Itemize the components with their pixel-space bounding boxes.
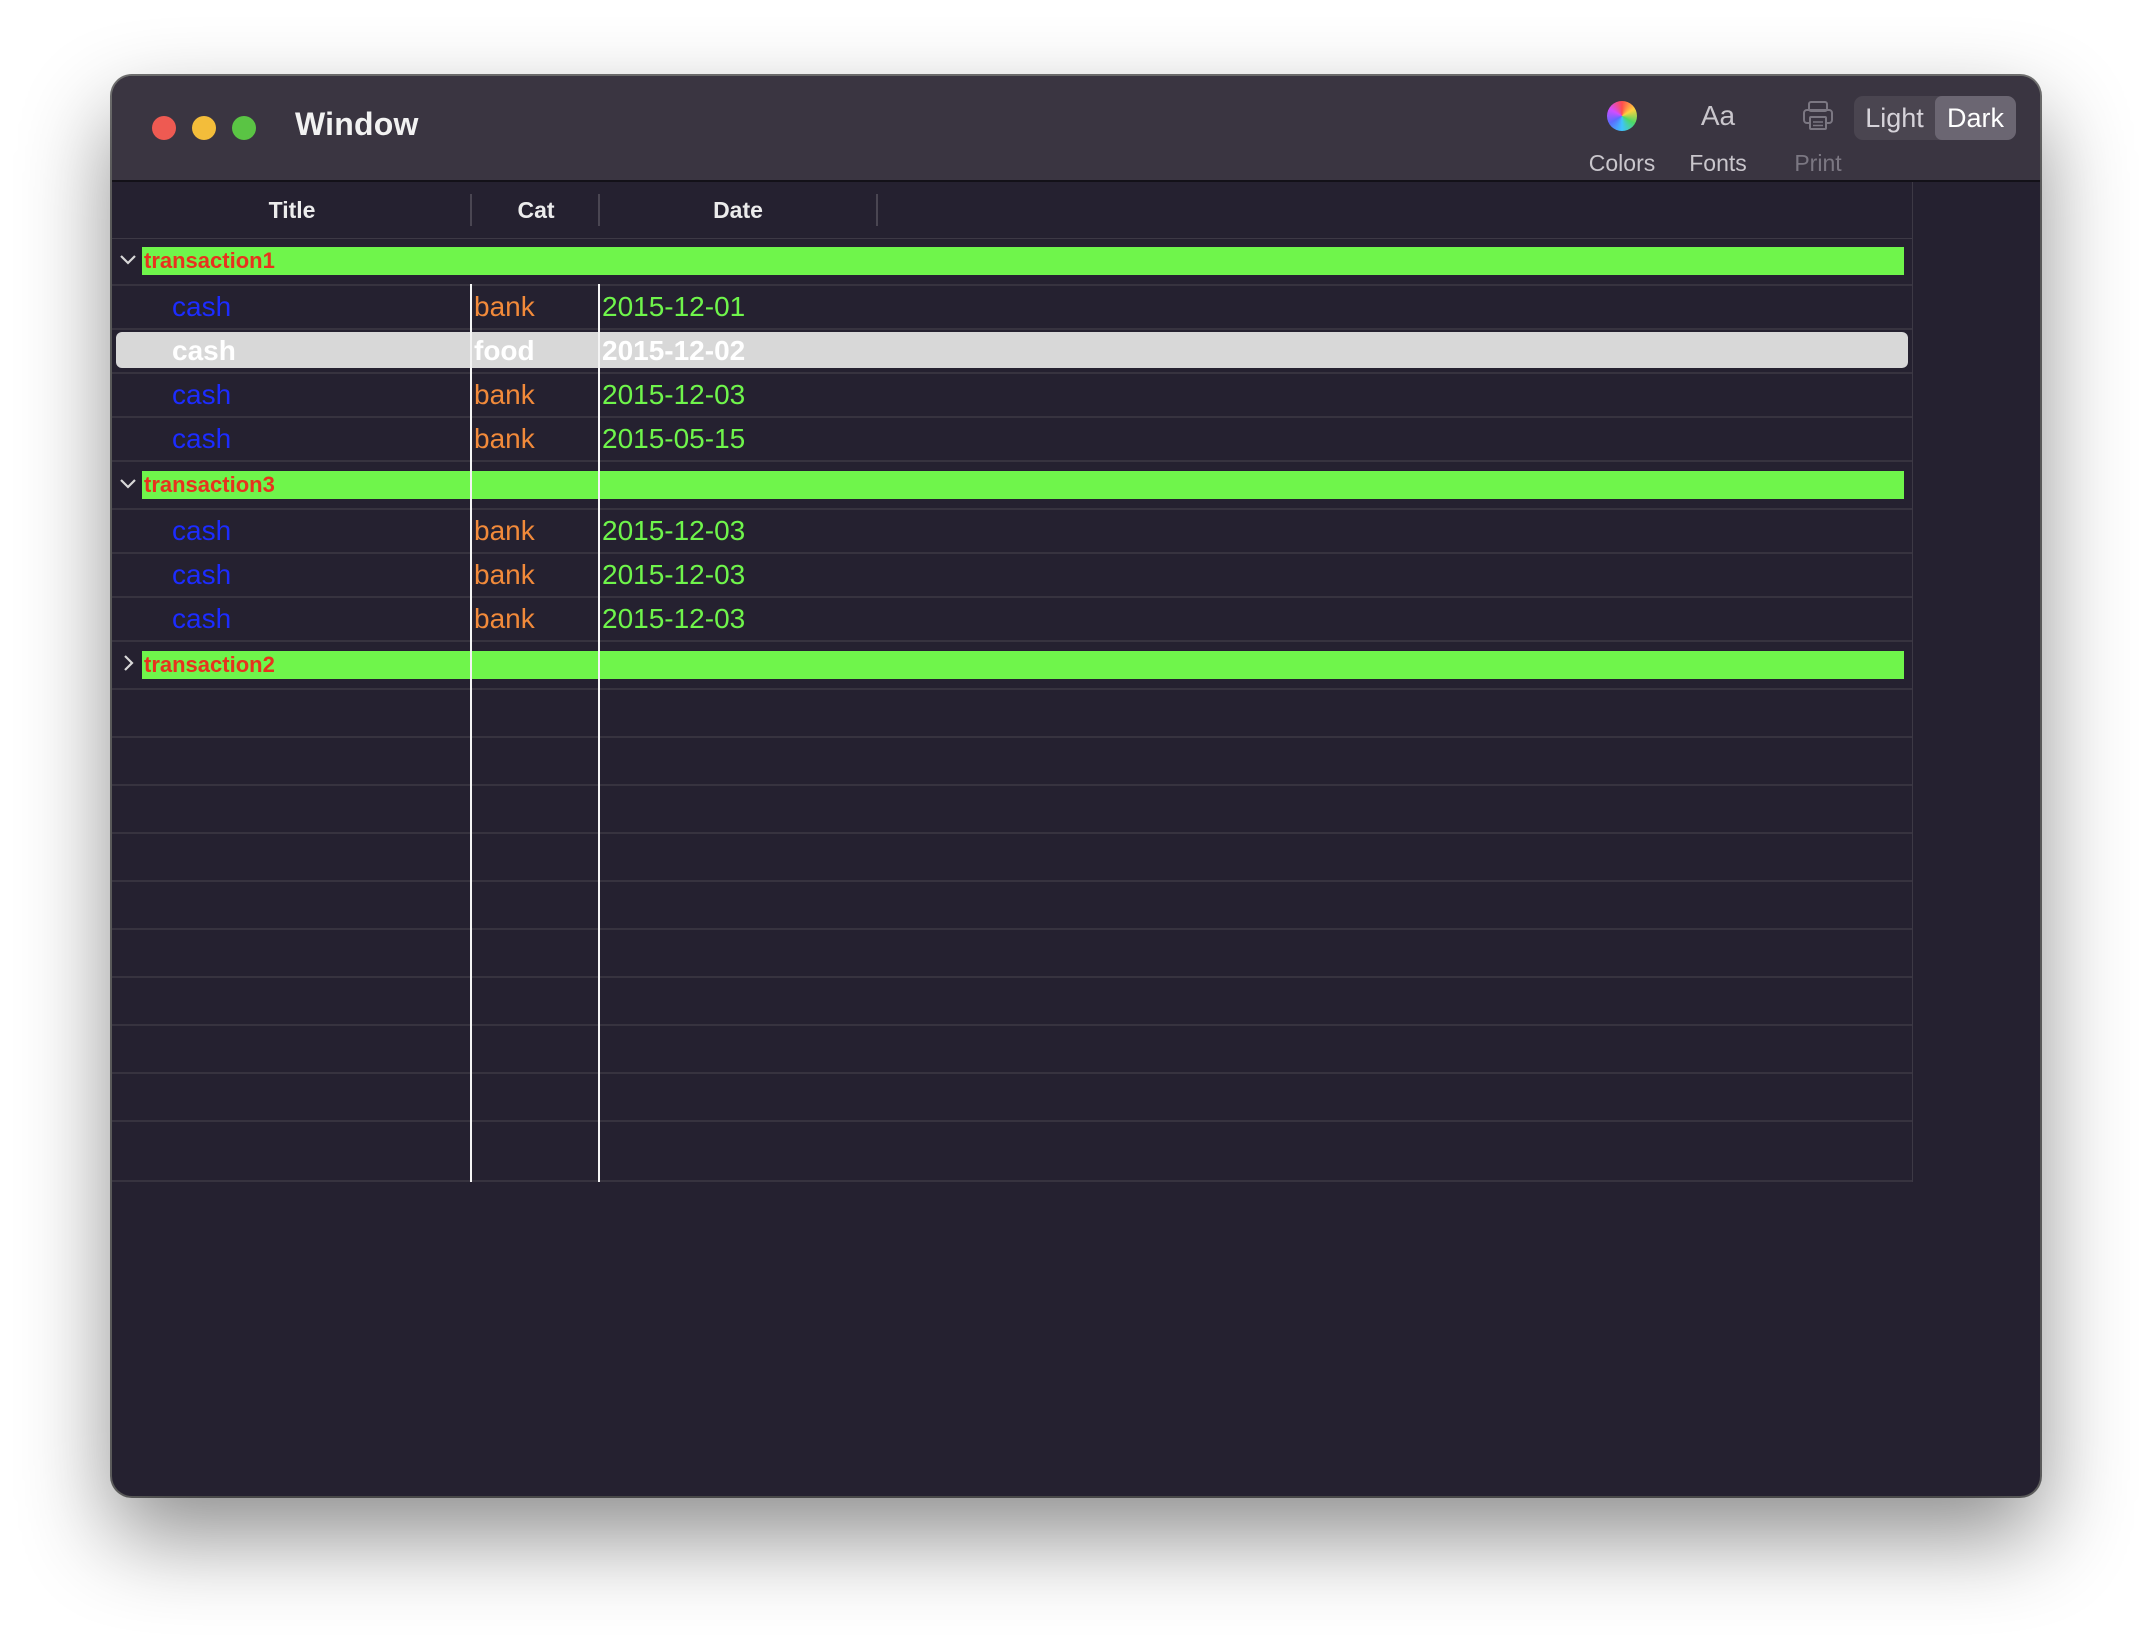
table-row[interactable]: cash bank 2015-12-03 bbox=[112, 510, 1912, 554]
cell-date: 2015-12-03 bbox=[602, 379, 746, 410]
chevron-right-icon[interactable] bbox=[116, 651, 140, 675]
empty-row bbox=[112, 690, 1912, 738]
column-header-cat[interactable]: Cat bbox=[472, 182, 600, 238]
cell-cat: food bbox=[474, 335, 535, 366]
column-grid-line bbox=[470, 284, 472, 1182]
group-row-transaction2[interactable]: transaction2 bbox=[112, 642, 1912, 690]
group-highlight bbox=[142, 247, 1904, 275]
empty-row bbox=[112, 1074, 1912, 1122]
cell-cat: bank bbox=[474, 515, 535, 546]
group-row-transaction3[interactable]: transaction3 bbox=[112, 462, 1912, 510]
title-bar: Window Colors Aa Fonts Print Light Dark bbox=[112, 76, 2040, 182]
cell-cat: bank bbox=[474, 423, 535, 454]
selection-highlight bbox=[116, 332, 1908, 368]
cell-date: 2015-05-15 bbox=[602, 423, 746, 454]
empty-row bbox=[112, 1122, 1912, 1182]
column-header-date[interactable]: Date bbox=[600, 182, 876, 238]
print-button[interactable]: Print bbox=[1778, 96, 1858, 177]
outline-table: Title Cat Date transaction1 cash bank 20… bbox=[112, 182, 1912, 1182]
empty-row bbox=[112, 882, 1912, 930]
cell-date: 2015-12-03 bbox=[602, 515, 746, 546]
cell-cat: bank bbox=[474, 603, 535, 634]
table-row-selected[interactable]: cash food 2015-12-02 bbox=[112, 330, 1912, 374]
empty-row bbox=[112, 738, 1912, 786]
group-highlight bbox=[142, 471, 1904, 499]
table-row[interactable]: cash bank 2015-12-01 bbox=[112, 286, 1912, 330]
close-window-button[interactable] bbox=[152, 116, 176, 140]
empty-row bbox=[112, 834, 1912, 882]
cell-date: 2015-12-03 bbox=[602, 559, 746, 590]
cell-cat: bank bbox=[474, 559, 535, 590]
group-highlight bbox=[142, 651, 1904, 679]
empty-row bbox=[112, 930, 1912, 978]
cell-date: 2015-12-01 bbox=[602, 291, 746, 322]
printer-icon bbox=[1803, 101, 1833, 130]
window-title: Window bbox=[295, 106, 419, 142]
group-row-transaction1[interactable]: transaction1 bbox=[112, 238, 1912, 286]
cell-date: 2015-12-02 bbox=[602, 335, 746, 366]
cell-cat: bank bbox=[474, 379, 535, 410]
group-label: transaction3 bbox=[144, 472, 275, 497]
cell-title: cash bbox=[172, 291, 232, 322]
table-header: Title Cat Date bbox=[112, 182, 1912, 239]
group-label: transaction2 bbox=[144, 652, 275, 677]
table-row[interactable]: cash bank 2015-12-03 bbox=[112, 598, 1912, 642]
cell-title: cash bbox=[172, 515, 232, 546]
fonts-button[interactable]: Aa Fonts bbox=[1678, 96, 1758, 177]
table-right-border bbox=[1912, 182, 1913, 1182]
empty-row bbox=[112, 978, 1912, 1026]
empty-row bbox=[112, 1026, 1912, 1074]
column-divider[interactable] bbox=[876, 194, 878, 226]
column-header-title[interactable]: Title bbox=[112, 182, 472, 238]
fonts-icon: Aa bbox=[1700, 100, 1736, 131]
cell-date: 2015-12-03 bbox=[602, 603, 746, 634]
cell-title: cash bbox=[172, 379, 232, 410]
cell-title: cash bbox=[172, 603, 232, 634]
cell-title: cash bbox=[172, 423, 232, 454]
app-window: Window Colors Aa Fonts Print Light Dark … bbox=[112, 76, 2040, 1496]
chevron-down-icon[interactable] bbox=[116, 247, 140, 271]
table-row[interactable]: cash bank 2015-12-03 bbox=[112, 554, 1912, 598]
light-mode-segment[interactable]: Light bbox=[1854, 96, 1935, 140]
colors-label: Colors bbox=[1588, 150, 1656, 176]
group-label: transaction1 bbox=[144, 248, 275, 273]
appearance-segmented-control: Light Dark bbox=[1854, 96, 2016, 140]
fonts-label: Fonts bbox=[1689, 150, 1747, 176]
zoom-window-button[interactable] bbox=[232, 116, 256, 140]
print-label: Print bbox=[1794, 150, 1842, 176]
dark-mode-segment[interactable]: Dark bbox=[1935, 96, 2016, 140]
empty-row bbox=[112, 786, 1912, 834]
table-row[interactable]: cash bank 2015-12-03 bbox=[112, 374, 1912, 418]
color-wheel-icon bbox=[1607, 101, 1637, 131]
chevron-down-icon[interactable] bbox=[116, 471, 140, 495]
cell-title: cash bbox=[172, 559, 232, 590]
cell-cat: bank bbox=[474, 291, 535, 322]
cell-title: cash bbox=[172, 335, 236, 366]
column-grid-line bbox=[598, 284, 600, 1182]
minimize-window-button[interactable] bbox=[192, 116, 216, 140]
table-row[interactable]: cash bank 2015-05-15 bbox=[112, 418, 1912, 462]
colors-button[interactable]: Colors bbox=[1582, 96, 1662, 177]
